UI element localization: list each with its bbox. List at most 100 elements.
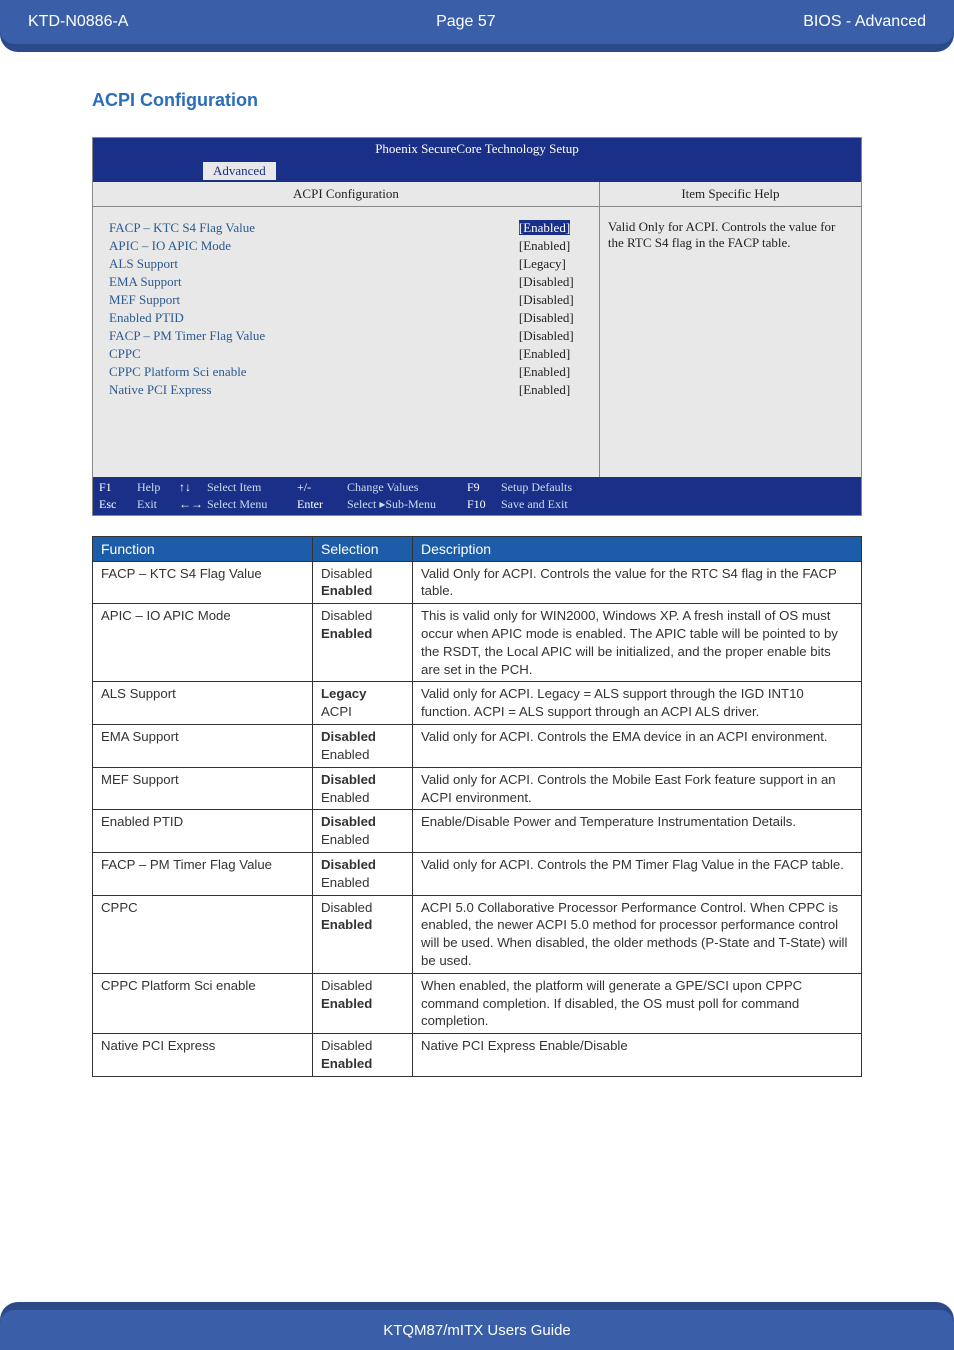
selection-option: Enabled xyxy=(321,625,404,643)
bios-key-cell: ←→ xyxy=(179,496,207,513)
bios-item: ALS Support [Legacy] xyxy=(109,255,589,273)
bios-keys-row1: F1Help↑↓Select Item+/-Change ValuesF9Set… xyxy=(99,479,855,496)
selection-option: Disabled xyxy=(321,856,404,874)
cell-description: Valid only for ACPI. Controls the Mobile… xyxy=(413,767,862,810)
cell-description: ACPI 5.0 Collaborative Processor Perform… xyxy=(413,895,862,973)
bios-item-label: Native PCI Express xyxy=(109,382,212,398)
bios-item-value: [Enabled] xyxy=(499,238,589,254)
cell-description: Valid only for ACPI. Legacy = ALS suppor… xyxy=(413,682,862,725)
cell-function: FACP – PM Timer Flag Value xyxy=(93,852,313,895)
header-bar: KTD-N0886-A Page 57 BIOS - Advanced xyxy=(0,0,954,52)
footer-bar: KTQM87/mITX Users Guide xyxy=(0,1302,954,1350)
description-table: Function Selection Description FACP – KT… xyxy=(92,536,862,1077)
cell-selection: DisabledEnabled xyxy=(313,852,413,895)
content: ACPI Configuration Phoenix SecureCore Te… xyxy=(0,52,954,1077)
bios-item-label: FACP – KTC S4 Flag Value xyxy=(109,220,255,236)
bios-key-cell: F9 xyxy=(467,479,501,496)
selection-option: Enabled xyxy=(321,995,404,1013)
bios-key-cell: ↑↓ xyxy=(179,479,207,496)
cell-selection: DisabledEnabled xyxy=(313,1034,413,1077)
bios-item-label: CPPC Platform Sci enable xyxy=(109,364,247,380)
bios-key-cell: Esc xyxy=(99,496,137,513)
bios-item-value: [Disabled] xyxy=(499,292,589,308)
page-number: Page 57 xyxy=(436,13,496,31)
cell-description: Valid only for ACPI. Controls the PM Tim… xyxy=(413,852,862,895)
bios-key-cell: F10 xyxy=(467,496,501,513)
th-description: Description xyxy=(413,536,862,561)
bios-item-label: FACP – PM Timer Flag Value xyxy=(109,328,265,344)
cell-function: EMA Support xyxy=(93,725,313,768)
table-row: CPPC Platform Sci enableDisabledEnabledW… xyxy=(93,973,862,1033)
bios-item-list: FACP – KTC S4 Flag Value[Enabled]APIC – … xyxy=(93,207,599,477)
cell-function: CPPC xyxy=(93,895,313,973)
th-function: Function xyxy=(93,536,313,561)
bios-item: APIC – IO APIC Mode [Enabled] xyxy=(109,237,589,255)
table-body: FACP – KTC S4 Flag ValueDisabledEnabledV… xyxy=(93,561,862,1076)
cell-selection: DisabledEnabled xyxy=(313,810,413,853)
table-header-row: Function Selection Description xyxy=(93,536,862,561)
bios-main: ACPI Configuration FACP – KTC S4 Flag Va… xyxy=(93,182,861,477)
selection-option: Disabled xyxy=(321,565,404,583)
selection-option: Disabled xyxy=(321,899,404,917)
table-row: Enabled PTIDDisabledEnabledEnable/Disabl… xyxy=(93,810,862,853)
cell-description: Valid only for ACPI. Controls the EMA de… xyxy=(413,725,862,768)
bios-item-label: ALS Support xyxy=(109,256,178,272)
bios-item-value: [Disabled] xyxy=(499,310,589,326)
section-title: ACPI Configuration xyxy=(92,90,862,111)
bios-key-cell: Select Item xyxy=(207,479,297,496)
selection-option: Enabled xyxy=(321,831,404,849)
selection-option: Disabled xyxy=(321,728,404,746)
bios-tab-advanced: Advanced xyxy=(203,162,276,180)
selection-option: Enabled xyxy=(321,916,404,934)
cell-description: Enable/Disable Power and Temperature Ins… xyxy=(413,810,862,853)
bios-item-label: MEF Support xyxy=(109,292,180,308)
cell-selection: DisabledEnabled xyxy=(313,725,413,768)
cell-function: ALS Support xyxy=(93,682,313,725)
table-row: EMA SupportDisabledEnabledValid only for… xyxy=(93,725,862,768)
bios-item-label: Enabled PTID xyxy=(109,310,184,326)
bios-keys: F1Help↑↓Select Item+/-Change ValuesF9Set… xyxy=(93,477,861,515)
selection-option: Disabled xyxy=(321,813,404,831)
bios-key-cell: +/- xyxy=(297,479,347,496)
bios-key-cell: Change Values xyxy=(347,479,467,496)
selection-option: Legacy xyxy=(321,685,404,703)
bios-title: Phoenix SecureCore Technology Setup xyxy=(93,138,861,160)
bios-item-label: EMA Support xyxy=(109,274,182,290)
bios-keys-row2: EscExit←→Select MenuEnterSelect ▸Sub-Men… xyxy=(99,496,855,513)
bios-item-value: [Enabled] xyxy=(499,346,589,362)
selection-option: Disabled xyxy=(321,1037,404,1055)
footer-text: KTQM87/mITX Users Guide xyxy=(0,1310,954,1350)
table-row: FACP – KTC S4 Flag ValueDisabledEnabledV… xyxy=(93,561,862,604)
bios-right-title: Item Specific Help xyxy=(600,182,861,207)
selection-option: Disabled xyxy=(321,771,404,789)
bios-item: CPPC Platform Sci enable [Enabled] xyxy=(109,363,589,381)
bios-left-title: ACPI Configuration xyxy=(93,182,599,207)
bios-key-cell: Select Menu xyxy=(207,496,297,513)
bios-tabrow: Advanced xyxy=(93,160,861,182)
bios-item: CPPC [Enabled] xyxy=(109,345,589,363)
header: KTD-N0886-A Page 57 BIOS - Advanced xyxy=(0,0,954,44)
cell-description: Native PCI Express Enable/Disable xyxy=(413,1034,862,1077)
bios-key-cell: Exit xyxy=(137,496,179,513)
bios-item-value: [Legacy] xyxy=(499,256,589,272)
cell-selection: DisabledEnabled xyxy=(313,767,413,810)
table-row: Native PCI ExpressDisabledEnabledNative … xyxy=(93,1034,862,1077)
cell-description: When enabled, the platform will generate… xyxy=(413,973,862,1033)
th-selection: Selection xyxy=(313,536,413,561)
cell-function: MEF Support xyxy=(93,767,313,810)
cell-selection: DisabledEnabled xyxy=(313,895,413,973)
cell-selection: LegacyACPI xyxy=(313,682,413,725)
cell-description: Valid Only for ACPI. Controls the value … xyxy=(413,561,862,604)
section-name: BIOS - Advanced xyxy=(803,13,926,31)
bios-key-cell: Setup Defaults xyxy=(501,479,611,496)
bios-item-value: [Enabled] xyxy=(499,364,589,380)
bios-item: FACP – PM Timer Flag Value [Disabled] xyxy=(109,327,589,345)
selection-option: Disabled xyxy=(321,607,404,625)
bios-item-label: CPPC xyxy=(109,346,141,362)
bios-item-value: [Enabled] xyxy=(499,382,589,398)
doc-id: KTD-N0886-A xyxy=(28,13,128,31)
selection-option: Enabled xyxy=(321,874,404,892)
bios-item-value: [Disabled] xyxy=(499,328,589,344)
bios-key-cell: Help xyxy=(137,479,179,496)
bios-item-label: APIC – IO APIC Mode xyxy=(109,238,231,254)
